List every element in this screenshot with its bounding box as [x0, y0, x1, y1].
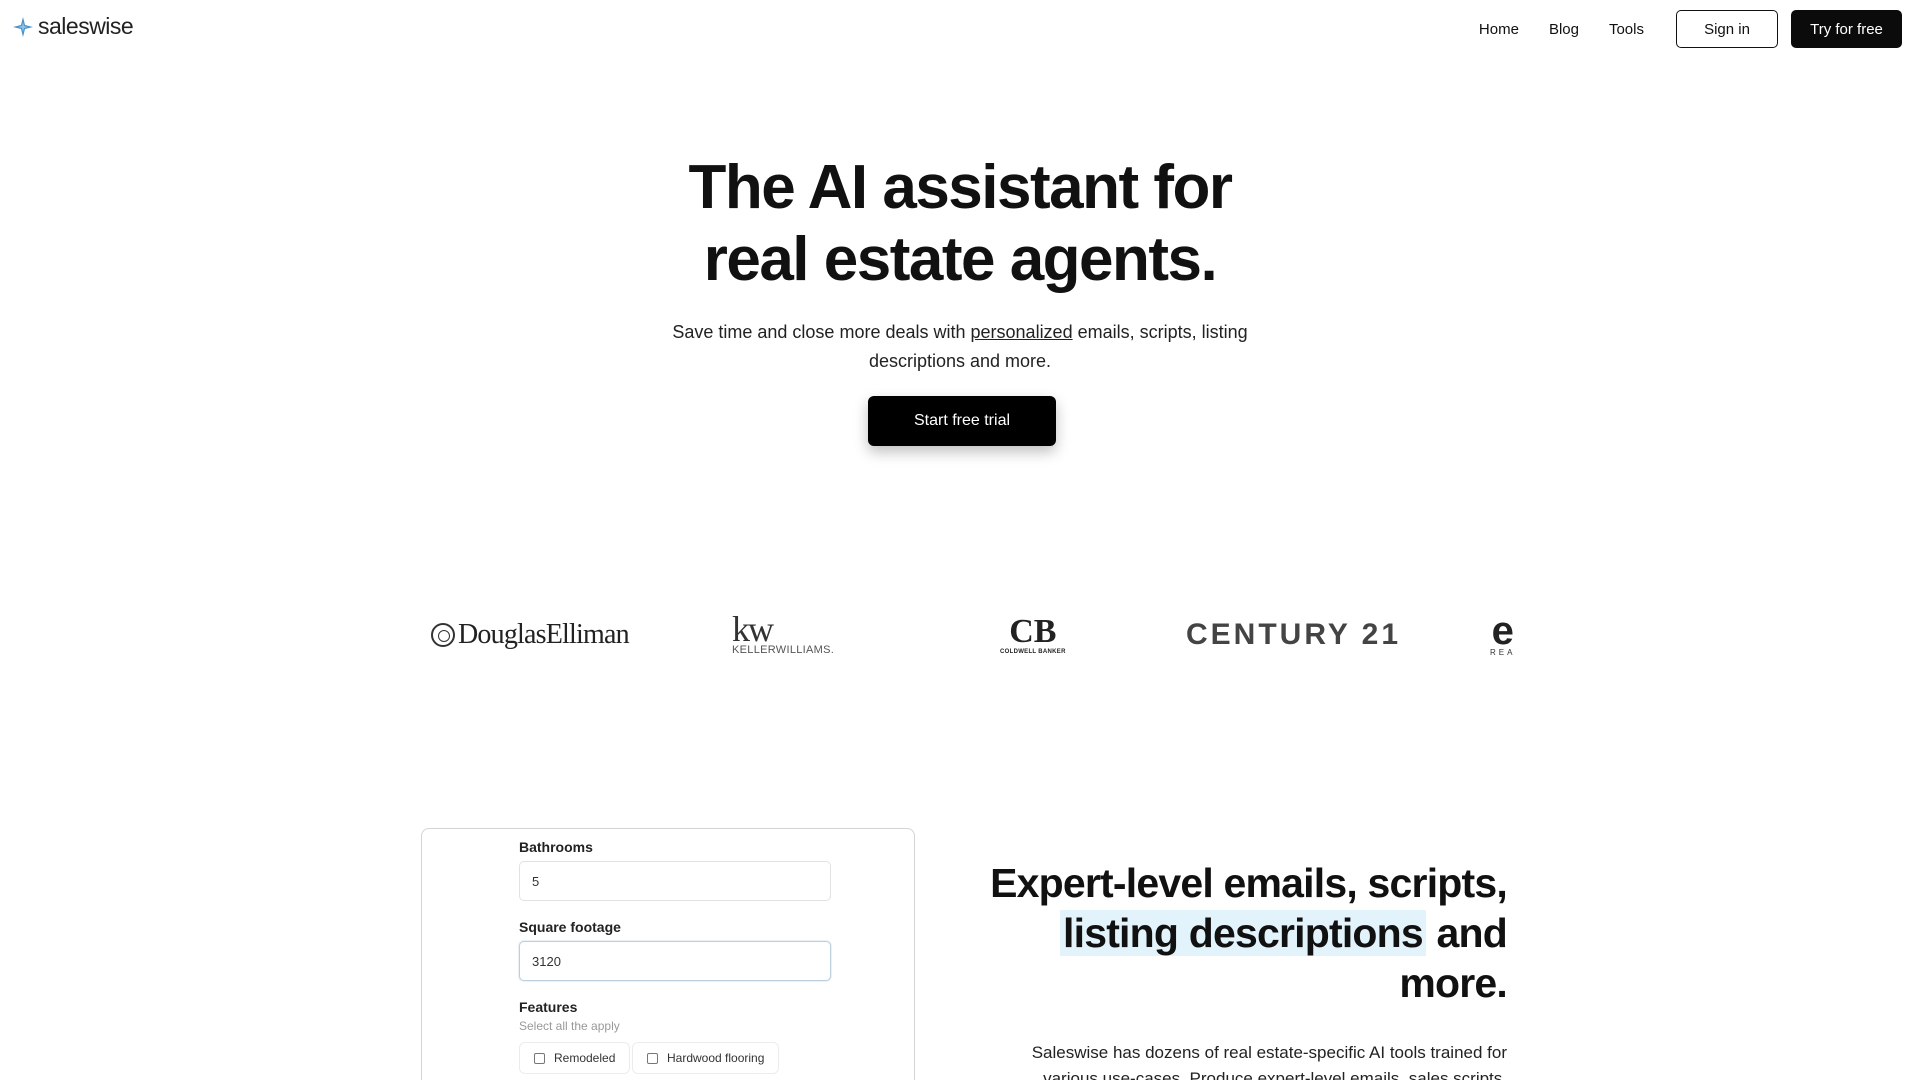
nav-link-tools[interactable]: Tools	[1609, 21, 1644, 38]
cb-name: COLDWELL BANKER	[1000, 649, 1066, 655]
hero-title-line1: The AI assistant for	[688, 153, 1233, 222]
try-for-free-button[interactable]: Try for free	[1791, 10, 1902, 48]
nav-links: Home Blog Tools Sign in Try for free	[1479, 10, 1902, 48]
checkbox[interactable]	[534, 1052, 545, 1064]
cb-mark: CB	[1009, 613, 1057, 650]
kw-name: KELLERWILLIAMS.	[732, 644, 835, 656]
douglas-elliman-logo: DouglasElliman	[431, 600, 630, 670]
sparkle-logo-icon	[13, 16, 33, 37]
feature-title: Expert-level emails, scripts, listing de…	[980, 858, 1508, 1008]
nav-link-home[interactable]: Home	[1479, 21, 1519, 38]
feature-title-line3: more.	[1399, 960, 1507, 1006]
century-21-logo: CENTURY 21	[1186, 618, 1402, 651]
feature-option-remodeled[interactable]: Remodeled	[519, 1042, 631, 1074]
listing-form-card: Bathrooms 5 Square footage 3120 Features…	[421, 828, 915, 1080]
top-nav: saleswise Home Blog Tools Sign in Try fo…	[0, 0, 1920, 58]
logo-text: saleswise	[38, 13, 134, 39]
hero-subtitle-pre: Save time and close more deals with	[672, 322, 971, 342]
features-hint: Select all the apply	[519, 1019, 620, 1033]
feature-description: Saleswise has dozens of real estate-spec…	[1031, 1043, 1507, 1080]
exp-realty-logo: e REA	[1490, 600, 1515, 670]
hero-subtitle: Save time and close more deals with pers…	[660, 318, 1260, 376]
feature-title-highlight: listing descriptions	[1060, 910, 1426, 956]
bathrooms-input[interactable]: 5	[519, 861, 831, 901]
seal-icon	[431, 623, 455, 647]
bathrooms-label: Bathrooms	[519, 839, 593, 855]
coldwell-banker-logo: CB COLDWELL BANKER	[1000, 600, 1066, 670]
exp-mark: e	[1491, 608, 1514, 653]
keller-williams-logo: kw KELLERWILLIAMS.	[732, 600, 834, 670]
brand-logos-strip: DouglasElliman kw KELLERWILLIAMS. CB COL…	[420, 600, 1520, 670]
sign-in-button[interactable]: Sign in	[1676, 10, 1778, 48]
kw-mark: kw	[732, 609, 774, 649]
exp-sub: REA	[1490, 647, 1516, 657]
hero-title: The AI assistant for real estate agents.	[0, 152, 1920, 296]
square-footage-input[interactable]: 3120	[519, 941, 831, 981]
feature-option-label: Remodeled	[554, 1051, 616, 1065]
feature-option-hardwood-flooring[interactable]: Hardwood flooring	[632, 1042, 780, 1074]
saleswise-logo[interactable]: saleswise	[12, 13, 134, 40]
feature-option-label: Hardwood flooring	[667, 1051, 765, 1065]
square-footage-label: Square footage	[519, 919, 621, 935]
douglas-elliman-text: DouglasElliman	[458, 619, 630, 650]
hero-title-line2: real estate agents.	[703, 225, 1218, 294]
nav-link-blog[interactable]: Blog	[1549, 21, 1579, 38]
personalized-link[interactable]: personalized	[971, 322, 1073, 342]
feature-title-line2-post: and	[1425, 910, 1507, 956]
feature-title-line1: Expert-level emails, scripts,	[990, 860, 1508, 906]
features-label: Features	[519, 999, 578, 1015]
checkbox[interactable]	[647, 1052, 658, 1064]
start-free-trial-button[interactable]: Start free trial	[868, 396, 1056, 446]
